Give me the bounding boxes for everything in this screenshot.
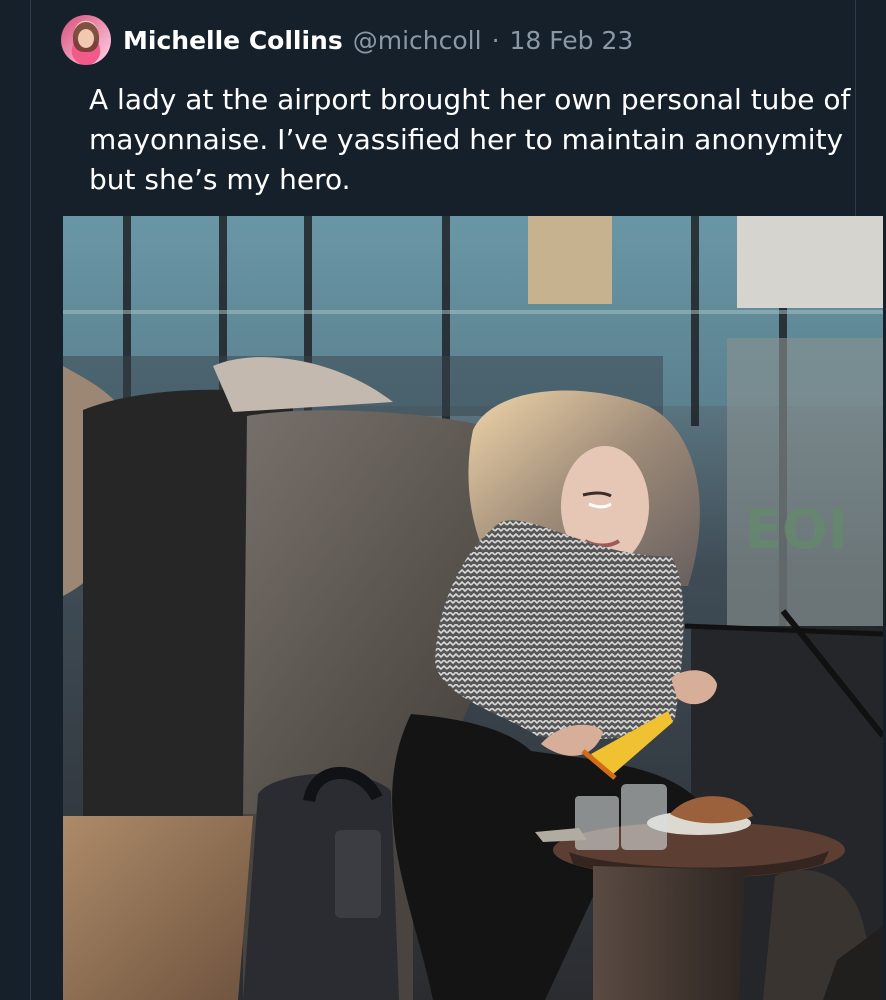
- tweet-text: A lady at the airport brought her own pe…: [89, 83, 851, 196]
- tweet-page: Michelle Collins @michcoll · 18 Feb 23 A…: [0, 0, 886, 1000]
- tweet-header: Michelle Collins @michcoll · 18 Feb 23: [61, 14, 633, 66]
- meta-separator: ·: [491, 25, 500, 55]
- tweet-card: Michelle Collins @michcoll · 18 Feb 23 A…: [30, 0, 883, 1000]
- display-name[interactable]: Michelle Collins: [123, 26, 343, 55]
- author-info[interactable]: Michelle Collins @michcoll · 18 Feb 23: [123, 26, 633, 55]
- tweet-date[interactable]: 18 Feb 23: [510, 26, 634, 55]
- profile-avatar[interactable]: [61, 15, 111, 65]
- tweet-photo[interactable]: EOI: [63, 216, 883, 1000]
- window-sign-graphic: EOI: [745, 498, 848, 561]
- airport-lounge-photo: EOI: [63, 216, 883, 1000]
- username-handle[interactable]: @michcoll: [353, 26, 482, 55]
